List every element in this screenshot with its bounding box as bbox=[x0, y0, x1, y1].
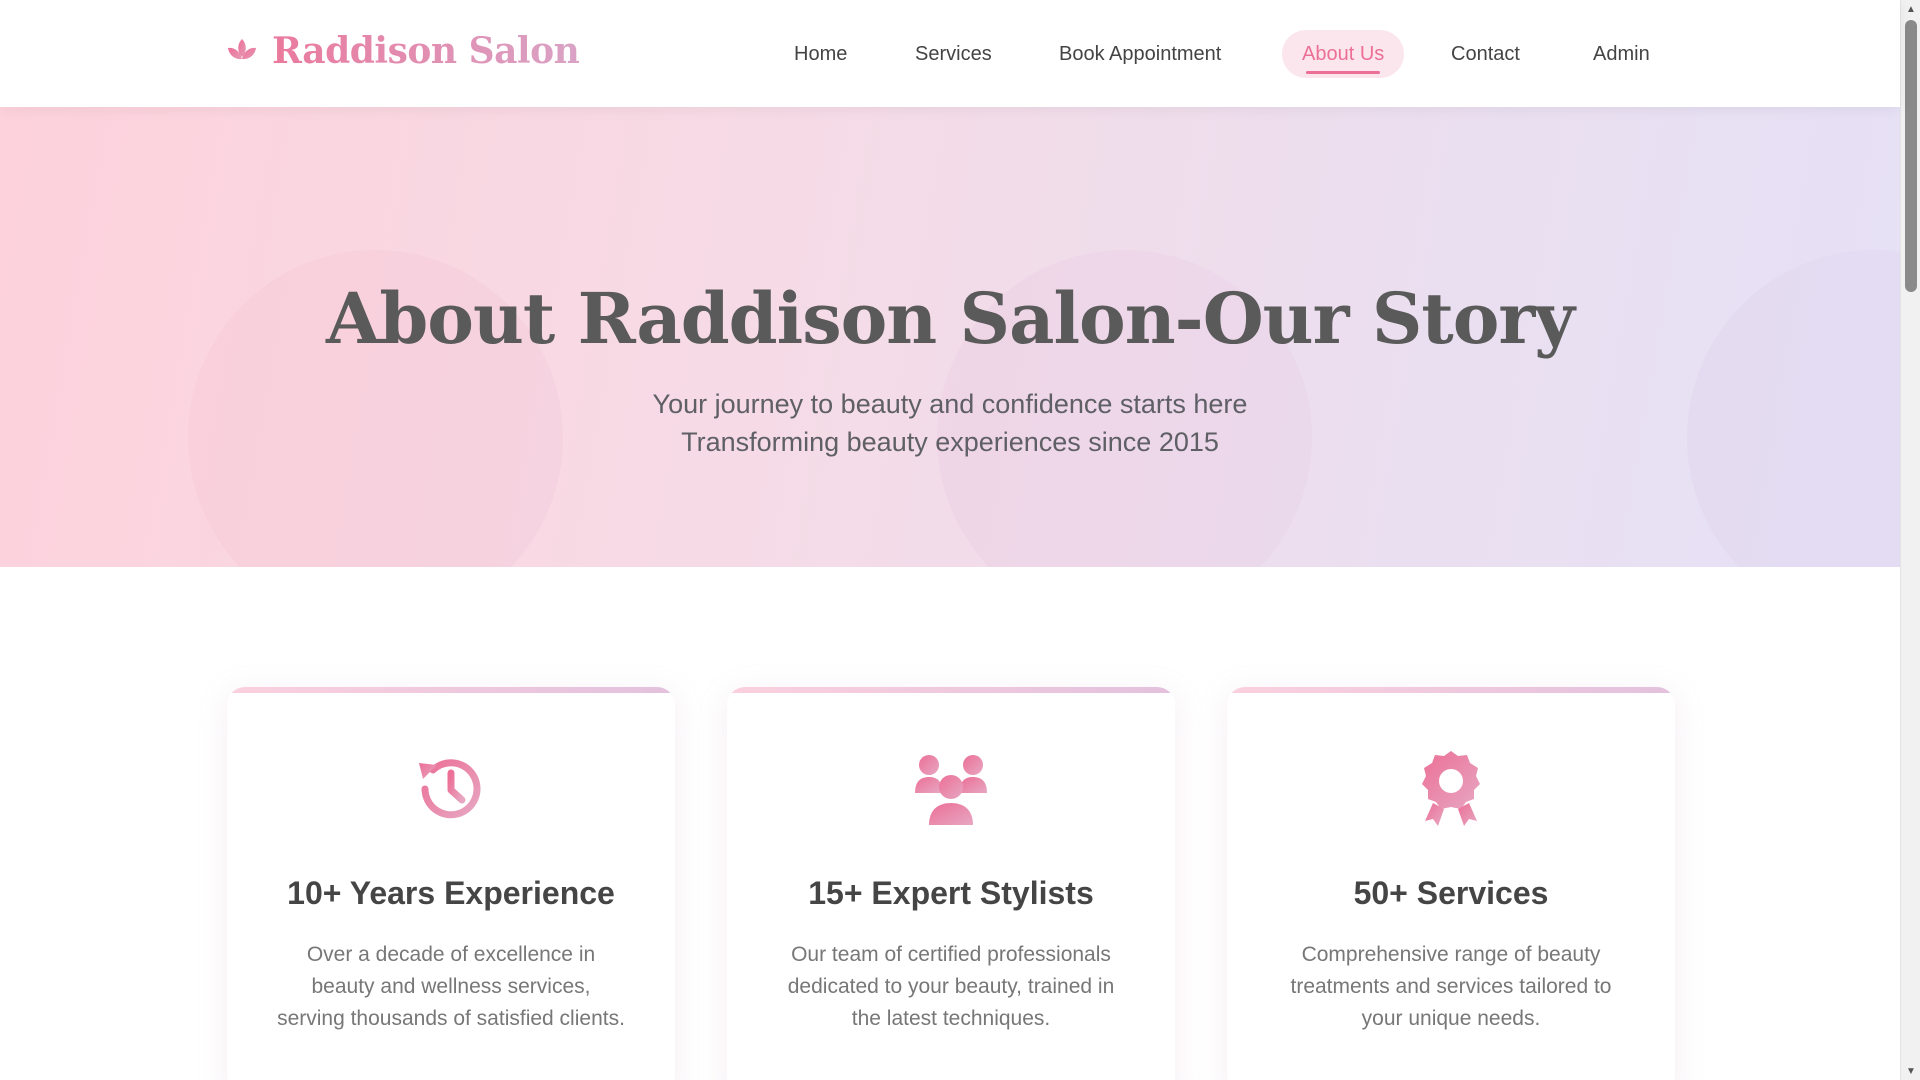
main-nav: Home Services Book Appointment About Us … bbox=[0, 30, 1900, 78]
feature-card-stylists: 15+ Expert Stylists Our team of certifie… bbox=[727, 687, 1175, 1080]
nav-admin[interactable]: Admin bbox=[1573, 30, 1670, 78]
hero-subtitle: Your journey to beauty and confidence st… bbox=[652, 389, 1248, 419]
nav-contact[interactable]: Contact bbox=[1431, 30, 1540, 78]
nav-services[interactable]: Services bbox=[895, 30, 1012, 78]
feature-description: Over a decade of excellence in beauty an… bbox=[277, 943, 625, 1030]
nav-home[interactable]: Home bbox=[774, 30, 867, 78]
feature-title: 10+ Years Experience bbox=[287, 875, 615, 911]
hero-tagline: Transforming beauty experiences since 20… bbox=[681, 427, 1219, 457]
award-badge-icon bbox=[1422, 751, 1480, 826]
users-group-icon bbox=[915, 755, 987, 825]
nav-book-appointment[interactable]: Book Appointment bbox=[1039, 30, 1241, 78]
feature-title: 50+ Services bbox=[1353, 875, 1549, 911]
scroll-down-arrow-icon[interactable]: ▼ bbox=[1901, 1062, 1920, 1080]
feature-card-experience: 10+ Years Experience Over a decade of ex… bbox=[227, 687, 675, 1080]
feature-title: 15+ Expert Stylists bbox=[808, 875, 1094, 911]
feature-description: Our team of certified professionals dedi… bbox=[787, 943, 1115, 1030]
hero-section: About Raddison Salon-Our Story Your jour… bbox=[0, 107, 1900, 567]
scrollbar-thumb[interactable] bbox=[1905, 20, 1917, 292]
history-clock-icon bbox=[419, 759, 481, 819]
page-title: About Raddison Salon-Our Story bbox=[326, 277, 1575, 360]
feature-card-services: 50+ Services Comprehensive range of beau… bbox=[1227, 687, 1675, 1080]
scroll-up-arrow-icon[interactable]: ▲ bbox=[1901, 0, 1920, 18]
feature-description: Comprehensive range of beauty treatments… bbox=[1290, 943, 1612, 1030]
site-header: Raddison Salon Home Services Book Appoin… bbox=[0, 0, 1900, 107]
vertical-scrollbar[interactable]: ▲ ▼ bbox=[1900, 0, 1920, 1080]
nav-about-us[interactable]: About Us bbox=[1282, 30, 1405, 78]
